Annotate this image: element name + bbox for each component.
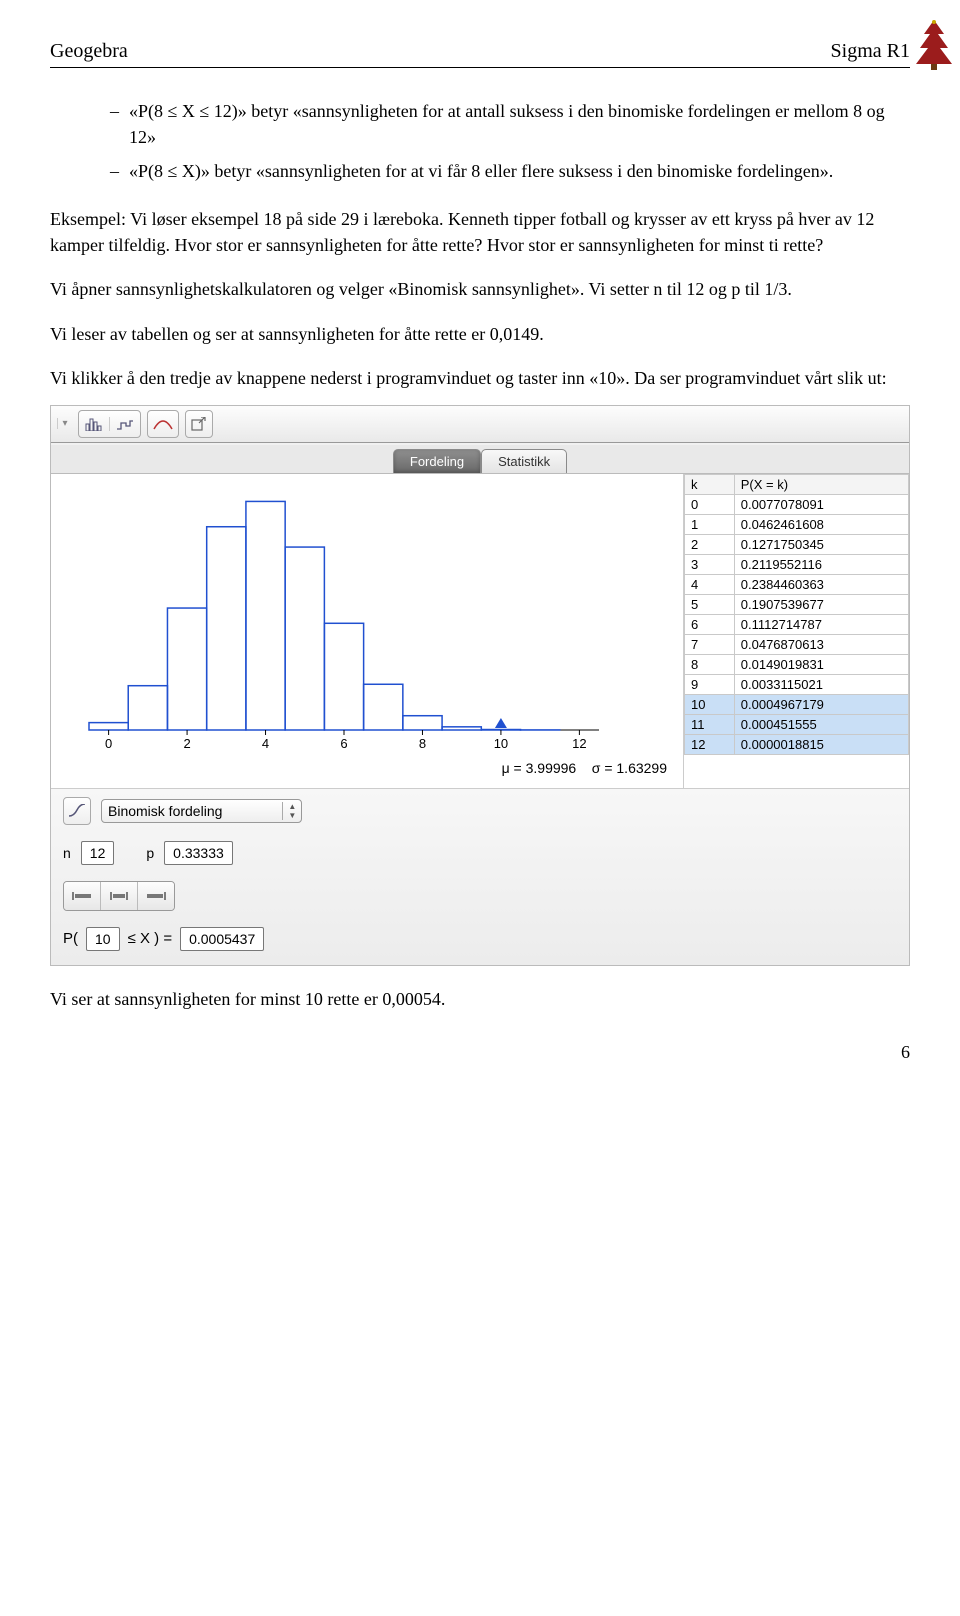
curve-select-icon[interactable] [63,797,91,825]
table-header: P(X = k) [734,474,908,494]
svg-text:0: 0 [105,736,112,751]
curve-group [147,410,179,438]
table-row[interactable]: 100.0004967179 [685,694,909,714]
tree-icon [914,18,954,81]
chart-area: 0 2 4 6 8 10 12 μ = 3.99996 σ = 1.63299 [51,474,683,788]
bullet-dash: – [110,98,119,150]
page-number: 6 [50,1042,910,1063]
header-right: Sigma R1 [831,40,910,63]
table-row[interactable]: 50.1907539677 [685,594,909,614]
calc-x-input[interactable]: 10 [86,927,120,951]
svg-text:8: 8 [419,736,426,751]
distribution-name: Binomisk fordeling [108,803,282,819]
calc-relation: ≤ X ) = [128,930,173,947]
table-row[interactable]: 90.0033115021 [685,674,909,694]
p-label: p [146,845,154,861]
sigma-label: σ = 1.63299 [592,760,667,776]
tab-statistikk[interactable]: Statistikk [481,449,567,473]
table-row[interactable]: 00.0077078091 [685,494,909,514]
n-input[interactable]: 12 [81,841,115,865]
table-row[interactable]: 80.0149019831 [685,654,909,674]
toolbar: ▾ [51,406,909,443]
paragraph: Vi klikker å den tredje av knappene nede… [50,365,910,391]
tabs: Fordeling Statistikk [51,445,909,473]
calc-prefix: P( [63,930,78,947]
table-header: k [685,474,735,494]
table-row[interactable]: 30.2119552116 [685,554,909,574]
controls-panel: Binomisk fordeling ▲▼ n 12 p 0.33333 [51,788,909,965]
probability-calc-row: P( 10 ≤ X ) = 0.0005437 [63,927,897,951]
binomial-bar-chart: 0 2 4 6 8 10 12 [59,480,619,760]
bullet-list: – «P(8 ≤ X ≤ 12)» betyr «sannsynligheten… [110,98,910,184]
distribution-stats: μ = 3.99996 σ = 1.63299 [59,760,675,782]
normal-curve-icon[interactable] [148,417,178,431]
page-header: Geogebra Sigma R1 [50,40,910,68]
spinner-icon[interactable]: ▲▼ [282,802,301,820]
table-row[interactable]: 120.0000018815 [685,734,909,754]
left-tail-button[interactable] [138,882,174,910]
n-label: n [63,845,71,861]
table-row[interactable]: 110.000451555 [685,714,909,734]
paragraph: Vi ser at sannsynligheten for minst 10 r… [50,986,910,1012]
table-row[interactable]: 60.1112714787 [685,614,909,634]
mu-label: μ = 3.99996 [502,760,577,776]
interval-mode-buttons [63,881,175,911]
header-left: Geogebra [50,40,128,63]
export-icon[interactable] [185,410,213,438]
histogram-icon[interactable] [79,417,110,431]
right-tail-button[interactable] [64,882,101,910]
probability-table: kP(X = k)00.007707809110.046246160820.12… [683,474,909,788]
bullet-text: «P(8 ≤ X ≤ 12)» betyr «sannsynligheten f… [129,98,910,150]
geogebra-window: ▾ Fordeling Statistikk [50,405,910,966]
svg-text:4: 4 [262,736,269,751]
chart-type-group [78,410,141,438]
paragraph: Eksempel: Vi løser eksempel 18 på side 2… [50,206,910,258]
bullet-text: «P(8 ≤ X)» betyr «sannsynligheten for at… [129,158,833,184]
step-icon[interactable] [110,417,140,431]
distribution-select[interactable]: Binomisk fordeling ▲▼ [101,799,302,823]
calc-result: 0.0005437 [180,927,264,951]
table-row[interactable]: 10.0462461608 [685,514,909,534]
paragraph: Vi leser av tabellen og ser at sannsynli… [50,321,910,347]
tab-fordeling[interactable]: Fordeling [393,449,481,473]
table-row[interactable]: 20.1271750345 [685,534,909,554]
table-row[interactable]: 40.2384460363 [685,574,909,594]
paragraph: Vi åpner sannsynlighetskalkulatoren og v… [50,276,910,302]
bullet-item: – «P(8 ≤ X)» betyr «sannsynligheten for … [110,158,910,184]
interval-button[interactable] [101,882,138,910]
svg-text:12: 12 [572,736,586,751]
table-row[interactable]: 70.0476870613 [685,634,909,654]
toolbar-menu-arrow[interactable]: ▾ [57,418,72,429]
svg-text:2: 2 [183,736,190,751]
svg-text:6: 6 [340,736,347,751]
svg-text:10: 10 [494,736,508,751]
p-input[interactable]: 0.33333 [164,841,233,865]
bullet-dash: – [110,158,119,184]
bullet-item: – «P(8 ≤ X ≤ 12)» betyr «sannsynligheten… [110,98,910,150]
